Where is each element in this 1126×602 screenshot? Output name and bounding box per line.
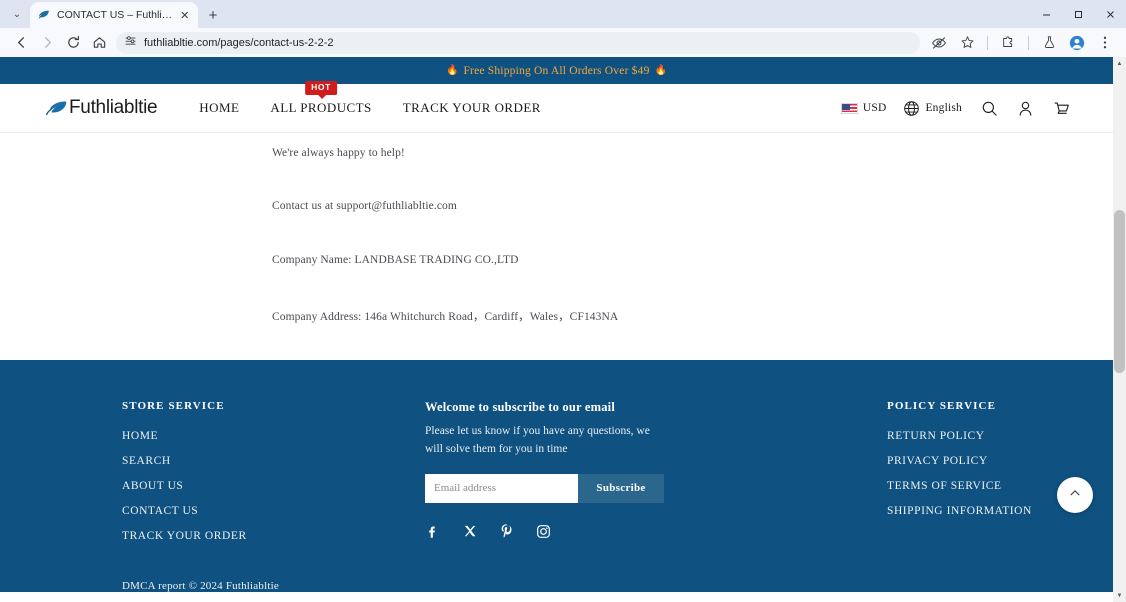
content-line-3: Company Name: LANDBASE TRADING CO.,LTD (272, 254, 519, 266)
footer-link-about-us[interactable]: ABOUT US (122, 480, 425, 492)
footer-link-search[interactable]: SEARCH (122, 455, 425, 467)
scrollbar-up-arrow[interactable]: ▲ (1113, 57, 1126, 70)
new-tab-button[interactable]: + (200, 2, 226, 28)
footer-link-terms-of-service[interactable]: TERMS OF SERVICE (887, 480, 1069, 492)
browser-toolbar: futhliabltie.com/pages/contact-us-2-2-2 (0, 28, 1126, 57)
cart-button[interactable] (1053, 100, 1070, 117)
page-viewport: 🔥 Free Shipping On All Orders Over $49 🔥… (0, 57, 1126, 602)
nav-label-home: HOME (199, 100, 240, 115)
flame-icon-left: 🔥 (446, 65, 459, 76)
reload-icon[interactable] (60, 30, 86, 56)
site-settings-icon[interactable] (124, 34, 137, 52)
header-actions: USD English (824, 100, 1070, 117)
tab-search-chevron-icon[interactable]: ⌄ (4, 1, 30, 27)
instagram-icon[interactable] (536, 524, 551, 539)
announcement-bar: 🔥 Free Shipping On All Orders Over $49 🔥 (0, 57, 1113, 84)
page-scrollbar[interactable]: ▲ ▼ (1113, 57, 1126, 602)
toolbar-divider (987, 35, 988, 50)
content-line-4: Company Address: 146a Whitchurch Road，Ca… (272, 311, 619, 323)
address-bar[interactable]: futhliabltie.com/pages/contact-us-2-2-2 (116, 31, 920, 54)
footer-column-policy-service: POLICY SERVICE RETURN POLICY PRIVACY POL… (865, 400, 1069, 555)
search-button[interactable] (981, 100, 998, 117)
footer-column-newsletter: Welcome to subscribe to our email Please… (425, 400, 865, 555)
footer-link-contact-us[interactable]: CONTACT US (122, 505, 425, 517)
x-twitter-icon[interactable] (462, 524, 477, 539)
close-button[interactable] (1094, 0, 1126, 28)
home-icon[interactable] (86, 30, 112, 56)
footer-policy-title: POLICY SERVICE (887, 400, 997, 412)
hot-badge: HOT (305, 81, 337, 99)
facebook-icon[interactable] (425, 524, 440, 539)
language-label: English (925, 102, 962, 114)
feather-logo-icon (44, 98, 67, 118)
flame-icon-right: 🔥 (654, 65, 667, 76)
nav-item-all-products[interactable]: HOT ALL PRODUCTS (270, 81, 372, 116)
scrollbar-down-arrow[interactable]: ▼ (1113, 589, 1126, 602)
flask-icon[interactable] (1036, 30, 1062, 56)
kebab-menu-icon[interactable] (1092, 30, 1118, 56)
newsletter-form: Subscribe (425, 473, 664, 503)
footer-link-track-your-order[interactable]: TRACK YOUR ORDER (122, 530, 425, 542)
main-content: We're always happy to help! Contact us a… (0, 132, 1113, 360)
chevron-up-icon (1068, 486, 1082, 505)
browser-window: ⌄ CONTACT US – Futhliabltie ✕ + (0, 0, 1126, 602)
url-text: futhliabltie.com/pages/contact-us-2-2-2 (144, 36, 334, 49)
user-icon (1017, 100, 1034, 117)
nav-item-home[interactable]: HOME (199, 100, 239, 116)
site-header: Futhliabltie HOME HOT ALL PRODUCTS TRACK… (0, 81, 1113, 132)
star-icon[interactable] (954, 30, 980, 56)
feather-icon (37, 8, 51, 22)
back-to-top-button[interactable] (1057, 477, 1093, 513)
nav-item-track-your-order[interactable]: TRACK YOUR ORDER (403, 100, 541, 116)
browser-tab[interactable]: CONTACT US – Futhliabltie ✕ (30, 2, 198, 28)
content-line-1: We're always happy to help! (272, 147, 405, 159)
footer-link-return-policy[interactable]: RETURN POLICY (887, 430, 1069, 442)
minimize-button[interactable] (1030, 0, 1062, 28)
footer-bottom: DMCA report © 2024 Futhliabltie (0, 555, 1113, 592)
page-content: 🔥 Free Shipping On All Orders Over $49 🔥… (0, 57, 1113, 602)
eye-slash-icon[interactable] (926, 30, 952, 56)
copyright-text: DMCA report © 2024 Futhliabltie (122, 580, 279, 592)
tab-title: CONTACT US – Futhliabltie (57, 9, 173, 21)
announcement-text: Free Shipping On All Orders Over $49 (463, 64, 650, 77)
footer-store-title: STORE SERVICE (122, 400, 225, 412)
site-footer: STORE SERVICE HOME SEARCH ABOUT US CONTA… (0, 360, 1113, 592)
puzzle-icon[interactable] (995, 30, 1021, 56)
currency-selector[interactable]: USD (840, 102, 887, 114)
scrollbar-thumb[interactable] (1114, 210, 1125, 373)
social-links (425, 524, 865, 539)
nav-label-track-your-order: TRACK YOUR ORDER (402, 100, 541, 115)
footer-link-shipping-information[interactable]: SHIPPING INFORMATION (887, 505, 1069, 517)
tab-strip: ⌄ CONTACT US – Futhliabltie ✕ + (0, 0, 1126, 28)
footer-column-store-service: STORE SERVICE HOME SEARCH ABOUT US CONTA… (122, 400, 425, 555)
cart-icon (1053, 100, 1070, 117)
profile-avatar-icon[interactable] (1064, 30, 1090, 56)
footer-link-home[interactable]: HOME (122, 430, 425, 442)
site-logo[interactable]: Futhliabltie (44, 97, 158, 119)
logo-text: Futhliabltie (69, 97, 158, 118)
search-icon (981, 100, 998, 117)
footer-link-privacy-policy[interactable]: PRIVACY POLICY (887, 455, 1069, 467)
bottom-white-strip (115, 593, 992, 602)
maximize-button[interactable] (1062, 0, 1094, 28)
us-flag-icon (840, 102, 858, 114)
language-selector[interactable]: English (903, 100, 962, 117)
pinterest-icon[interactable] (499, 524, 514, 539)
toolbar-right-actions (926, 30, 1118, 56)
back-icon[interactable] (8, 30, 34, 56)
nav-label-all-products: ALL PRODUCTS (270, 100, 372, 115)
content-line-2: Contact us at support@futhliabltie.com (272, 200, 457, 212)
toolbar-divider-2 (1028, 35, 1029, 50)
newsletter-description: Please let us know if you have any quest… (425, 425, 650, 455)
currency-label: USD (862, 102, 887, 114)
forward-icon[interactable] (34, 30, 60, 56)
account-button[interactable] (1017, 100, 1034, 117)
primary-nav: HOME HOT ALL PRODUCTS TRACK YOUR ORDER (199, 81, 541, 116)
subscribe-button[interactable]: Subscribe (578, 473, 664, 503)
window-controls (1030, 0, 1126, 28)
newsletter-title: Welcome to subscribe to our email (425, 400, 616, 414)
email-input[interactable] (425, 473, 578, 503)
globe-icon (903, 100, 920, 117)
close-icon[interactable]: ✕ (179, 8, 191, 22)
